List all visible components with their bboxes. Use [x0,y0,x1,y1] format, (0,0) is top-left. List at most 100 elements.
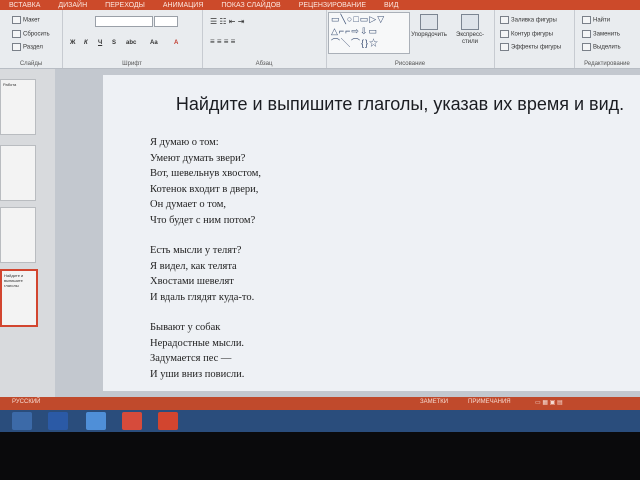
tab-view[interactable]: ВИД [375,0,407,10]
layout-icon [12,16,21,24]
layout-button[interactable]: Макет [12,16,40,25]
status-bar: РУССКИЙ ЗАМЕТКИ ПРИМЕЧАНИЯ ▭ ▦ ▣ ▤ [0,397,640,410]
slides-group-label: Слайды [19,61,43,67]
select-button[interactable]: Выделить [582,43,621,52]
ribbon: Макет Сбросить Раздел Слайды Ж К Ч S abc… [0,10,640,69]
poem-line: Что будет с ним потом? [150,214,256,226]
chrome-app-icon[interactable] [122,412,142,430]
tab-transitions[interactable]: ПЕРЕХОДЫ [96,0,154,10]
shape-format-group: Заливка фигуры Контур фигуры Эффекты фиг… [494,10,575,68]
poem-line: Хвостами шевелят [150,276,234,287]
poem-line: Я думаю о том: [150,137,219,148]
outline-icon [500,30,509,38]
screen: ВСТАВКА ДИЗАЙН ПЕРЕХОДЫ АНИМАЦИЯ ПОКАЗ С… [0,0,640,432]
thumbnail-text [1,208,35,212]
align-icon[interactable]: ≡ ≡ ≡ ≡ [210,38,235,46]
select-icon [582,43,591,51]
current-slide[interactable]: Найдите и выпишите глаголы, указав их вр… [103,75,640,391]
tab-animations[interactable]: АНИМАЦИЯ [154,0,213,10]
shape-fill-button[interactable]: Заливка фигуры [500,16,557,25]
find-label: Найти [593,17,611,24]
font-group: Ж К Ч S abc Аа А Шрифт [62,10,203,68]
reset-label: Сбросить [23,31,50,38]
powerpoint-app-icon[interactable] [158,412,178,430]
poem-line: Я видел, как телята [150,260,237,272]
italic-button[interactable]: К [84,40,88,46]
shape-effects-button[interactable]: Эффекты фигуры [500,43,561,52]
font-group-label: Шрифт [122,61,142,67]
font-color-button[interactable]: А [174,40,178,46]
poem-line: Нерадостные мысли. [150,337,245,349]
notes-button[interactable]: ЗАМЕТКИ [420,399,448,405]
word-app-icon[interactable] [48,412,68,430]
slides-group: Макет Сбросить Раздел Слайды [0,10,63,68]
tab-slideshow[interactable]: ПОКАЗ СЛАЙДОВ [212,0,289,10]
poem-line: Котенок входит в двери, [150,183,259,195]
slide-thumbnail-2[interactable] [0,145,36,201]
comments-button[interactable]: ПРИМЕЧАНИЯ [468,399,511,405]
thumbnail-text [1,146,35,150]
browser-app-icon[interactable] [86,412,106,430]
poem-line: Вот, шевельнув хвостом, [150,168,262,179]
poem-line: Задумается пес — [150,353,232,364]
bold-button[interactable]: Ж [70,40,75,46]
layout-label: Макет [23,17,40,24]
quick-styles-label: Экспресс-стили [456,32,484,45]
tab-design[interactable]: ДИЗАЙН [49,0,96,10]
section-button[interactable]: Раздел [12,43,43,52]
stanza-gap [150,305,261,320]
shadow-button[interactable]: abc [126,40,136,46]
paragraph-group-label: Абзац [255,61,273,67]
arrange-icon [420,14,438,30]
shape-fill-label: Заливка фигуры [511,17,557,24]
fill-icon [500,16,509,24]
select-label: Выделить [593,44,621,51]
tab-review[interactable]: РЕЦЕНЗИРОВАНИЕ [290,0,375,10]
shape-effects-label: Эффекты фигуры [511,44,562,51]
section-label: Раздел [23,44,43,51]
shape-outline-button[interactable]: Контур фигуры [500,30,553,39]
replace-icon [582,30,591,38]
strikethrough-button[interactable]: S [112,40,116,46]
replace-label: Заменить [593,31,620,38]
font-size-box[interactable] [154,16,178,27]
ribbon-tabs: ВСТАВКА ДИЗАЙН ПЕРЕХОДЫ АНИМАЦИЯ ПОКАЗ С… [0,0,640,10]
editing-group: Найти Заменить Выделить Редактирование [574,10,640,68]
binoculars-icon [582,16,591,24]
slide-thumbnail-4[interactable]: Найдите и выпишите глаголы [0,269,38,327]
font-name-box[interactable] [95,16,153,27]
slide-thumbnail-3[interactable] [0,207,36,263]
find-button[interactable]: Найти [582,16,610,25]
arrange-button[interactable]: Упорядочить [410,14,448,39]
poem-text[interactable]: Я думаю о том: Умеют думать звери? Вот, … [150,135,261,382]
drawing-group-label: Рисование [394,61,426,67]
editing-group-label: Редактирование [584,61,630,67]
tab-insert[interactable]: ВСТАВКА [0,0,49,10]
replace-button[interactable]: Заменить [582,30,620,39]
slide-editing-area: Найдите и выпишите глаголы, указав их вр… [55,69,640,397]
underline-button[interactable]: Ч [98,40,102,46]
slide-thumbnail-1[interactable]: Работа [0,79,36,135]
poem-line: Умеют думать звери? [150,152,246,164]
shape-outline-label: Контур фигуры [511,31,553,38]
slide-thumbnails-panel: Работа Найдите и выпишите глаголы [0,69,55,397]
effects-icon [500,43,509,51]
language-indicator[interactable]: РУССКИЙ [12,399,40,405]
quick-styles-button[interactable]: Экспресс-стили [450,14,490,46]
shapes-gallery[interactable]: ▭╲○□▭▷▽ △⌐⌐⇨⇩▭ ⌒╲⌒{}☆ [328,12,410,54]
taskbar [0,410,640,432]
case-button[interactable]: Аа [150,40,158,46]
reset-button[interactable]: Сбросить [12,30,50,39]
stanza-gap [150,228,261,243]
start-button-icon[interactable] [12,412,32,430]
paragraph-group: ☰ ☷ ⇤ ⇥ ≡ ≡ ≡ ≡ Абзац [202,10,327,68]
drawing-group: ▭╲○□▭▷▽ △⌐⌐⇨⇩▭ ⌒╲⌒{}☆ Упорядочить Экспресс… [326,10,495,68]
slide-title[interactable]: Найдите и выпишите глаголы, указав их вр… [157,94,640,115]
view-buttons[interactable]: ▭ ▦ ▣ ▤ [535,399,563,406]
poem-line: Бывают у собак [150,322,221,333]
poem-line: Он думает о том, [150,199,227,210]
bullets-icon[interactable]: ☰ ☷ ⇤ ⇥ [210,18,244,26]
arrange-label: Упорядочить [411,32,447,38]
section-icon [12,43,21,51]
poem-line: Есть мысли у телят? [150,245,242,256]
